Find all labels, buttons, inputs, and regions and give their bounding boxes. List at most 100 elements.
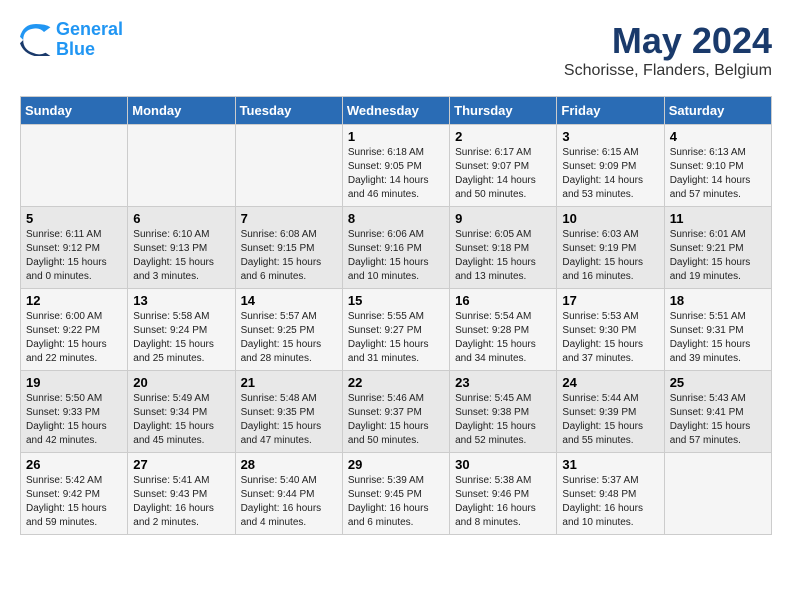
day-info: Sunrise: 6:17 AM Sunset: 9:07 PM Dayligh… — [455, 146, 551, 202]
day-info: Sunrise: 6:10 AM Sunset: 9:13 PM Dayligh… — [133, 228, 229, 284]
calendar-table: SundayMondayTuesdayWednesdayThursdayFrid… — [20, 96, 772, 535]
day-number: 22 — [348, 375, 444, 390]
calendar-cell: 11 Sunrise: 6:01 AM Sunset: 9:21 PM Dayli… — [664, 207, 771, 289]
day-info: Sunrise: 5:51 AM Sunset: 9:31 PM Dayligh… — [670, 310, 766, 366]
day-info: Sunrise: 6:08 AM Sunset: 9:15 PM Dayligh… — [241, 228, 337, 284]
day-number: 12 — [26, 293, 122, 308]
calendar-cell: 8 Sunrise: 6:06 AM Sunset: 9:16 PM Daylig… — [342, 207, 449, 289]
day-number: 27 — [133, 457, 229, 472]
day-number: 28 — [241, 457, 337, 472]
calendar-cell: 16 Sunrise: 5:54 AM Sunset: 9:28 PM Dayli… — [450, 289, 557, 371]
calendar-cell: 31 Sunrise: 5:37 AM Sunset: 9:48 PM Dayli… — [557, 453, 664, 535]
calendar-cell: 2 Sunrise: 6:17 AM Sunset: 9:07 PM Daylig… — [450, 125, 557, 207]
calendar-cell: 25 Sunrise: 5:43 AM Sunset: 9:41 PM Dayli… — [664, 371, 771, 453]
calendar-cell: 15Sunrise: 5:55 AM Sunset: 9:27 PM Dayli… — [342, 289, 449, 371]
calendar-cell: 26 Sunrise: 5:42 AM Sunset: 9:42 PM Dayli… — [21, 453, 128, 535]
logo: General Blue — [20, 20, 123, 60]
calendar-cell: 23 Sunrise: 5:45 AM Sunset: 9:38 PM Dayli… — [450, 371, 557, 453]
calendar-cell: 30 Sunrise: 5:38 AM Sunset: 9:46 PM Dayli… — [450, 453, 557, 535]
day-number: 17 — [562, 293, 658, 308]
calendar-week-5: 26 Sunrise: 5:42 AM Sunset: 9:42 PM Dayli… — [21, 453, 772, 535]
header-saturday: Saturday — [664, 97, 771, 125]
calendar-cell: 7 Sunrise: 6:08 AM Sunset: 9:15 PM Daylig… — [235, 207, 342, 289]
calendar-header-row: SundayMondayTuesdayWednesdayThursdayFrid… — [21, 97, 772, 125]
day-info: Sunrise: 5:58 AM Sunset: 9:24 PM Dayligh… — [133, 310, 229, 366]
calendar-body: 1Sunrise: 6:18 AM Sunset: 9:05 PM Daylig… — [21, 125, 772, 535]
day-info: Sunrise: 5:37 AM Sunset: 9:48 PM Dayligh… — [562, 474, 658, 530]
day-number: 9 — [455, 211, 551, 226]
day-info: Sunrise: 6:05 AM Sunset: 9:18 PM Dayligh… — [455, 228, 551, 284]
day-number: 16 — [455, 293, 551, 308]
calendar-cell: 4Sunrise: 6:13 AM Sunset: 9:10 PM Daylig… — [664, 125, 771, 207]
day-info: Sunrise: 5:39 AM Sunset: 9:45 PM Dayligh… — [348, 474, 444, 530]
day-number: 7 — [241, 211, 337, 226]
calendar-cell: 18Sunrise: 5:51 AM Sunset: 9:31 PM Dayli… — [664, 289, 771, 371]
calendar-cell: 9 Sunrise: 6:05 AM Sunset: 9:18 PM Daylig… — [450, 207, 557, 289]
day-info: Sunrise: 5:45 AM Sunset: 9:38 PM Dayligh… — [455, 392, 551, 448]
day-info: Sunrise: 5:40 AM Sunset: 9:44 PM Dayligh… — [241, 474, 337, 530]
day-number: 19 — [26, 375, 122, 390]
calendar-cell — [664, 453, 771, 535]
day-info: Sunrise: 5:48 AM Sunset: 9:35 PM Dayligh… — [241, 392, 337, 448]
calendar-cell: 6 Sunrise: 6:10 AM Sunset: 9:13 PM Daylig… — [128, 207, 235, 289]
calendar-cell: 28 Sunrise: 5:40 AM Sunset: 9:44 PM Dayli… — [235, 453, 342, 535]
day-info: Sunrise: 5:49 AM Sunset: 9:34 PM Dayligh… — [133, 392, 229, 448]
day-number: 10 — [562, 211, 658, 226]
day-number: 8 — [348, 211, 444, 226]
day-info: Sunrise: 6:03 AM Sunset: 9:19 PM Dayligh… — [562, 228, 658, 284]
logo-line2: Blue — [56, 39, 95, 59]
header-monday: Monday — [128, 97, 235, 125]
day-number: 6 — [133, 211, 229, 226]
header-thursday: Thursday — [450, 97, 557, 125]
day-info: Sunrise: 5:43 AM Sunset: 9:41 PM Dayligh… — [670, 392, 766, 448]
day-info: Sunrise: 5:50 AM Sunset: 9:33 PM Dayligh… — [26, 392, 122, 448]
day-number: 24 — [562, 375, 658, 390]
day-info: Sunrise: 5:57 AM Sunset: 9:25 PM Dayligh… — [241, 310, 337, 366]
month-title: May 2024 — [564, 20, 772, 62]
logo-text: General Blue — [56, 20, 123, 60]
day-info: Sunrise: 6:15 AM Sunset: 9:09 PM Dayligh… — [562, 146, 658, 202]
calendar-cell: 5Sunrise: 6:11 AM Sunset: 9:12 PM Daylig… — [21, 207, 128, 289]
day-number: 4 — [670, 129, 766, 144]
day-number: 29 — [348, 457, 444, 472]
day-number: 30 — [455, 457, 551, 472]
calendar-week-3: 12 Sunrise: 6:00 AM Sunset: 9:22 PM Dayli… — [21, 289, 772, 371]
calendar-cell — [128, 125, 235, 207]
day-info: Sunrise: 5:55 AM Sunset: 9:27 PM Dayligh… — [348, 310, 444, 366]
day-number: 21 — [241, 375, 337, 390]
day-number: 23 — [455, 375, 551, 390]
header-wednesday: Wednesday — [342, 97, 449, 125]
day-info: Sunrise: 5:54 AM Sunset: 9:28 PM Dayligh… — [455, 310, 551, 366]
calendar-cell: 22 Sunrise: 5:46 AM Sunset: 9:37 PM Dayli… — [342, 371, 449, 453]
calendar-cell: 1Sunrise: 6:18 AM Sunset: 9:05 PM Daylig… — [342, 125, 449, 207]
calendar-cell: 21 Sunrise: 5:48 AM Sunset: 9:35 PM Dayli… — [235, 371, 342, 453]
calendar-cell: 14 Sunrise: 5:57 AM Sunset: 9:25 PM Dayli… — [235, 289, 342, 371]
calendar-cell: 13 Sunrise: 5:58 AM Sunset: 9:24 PM Dayli… — [128, 289, 235, 371]
day-number: 3 — [562, 129, 658, 144]
day-info: Sunrise: 5:38 AM Sunset: 9:46 PM Dayligh… — [455, 474, 551, 530]
day-number: 2 — [455, 129, 551, 144]
day-info: Sunrise: 6:01 AM Sunset: 9:21 PM Dayligh… — [670, 228, 766, 284]
calendar-cell: 27Sunrise: 5:41 AM Sunset: 9:43 PM Dayli… — [128, 453, 235, 535]
calendar-week-4: 19 Sunrise: 5:50 AM Sunset: 9:33 PM Dayli… — [21, 371, 772, 453]
day-number: 1 — [348, 129, 444, 144]
calendar-cell: 29 Sunrise: 5:39 AM Sunset: 9:45 PM Dayli… — [342, 453, 449, 535]
day-number: 11 — [670, 211, 766, 226]
calendar-cell: 19 Sunrise: 5:50 AM Sunset: 9:33 PM Dayli… — [21, 371, 128, 453]
calendar-cell: 24Sunrise: 5:44 AM Sunset: 9:39 PM Dayli… — [557, 371, 664, 453]
day-number: 26 — [26, 457, 122, 472]
day-info: Sunrise: 6:00 AM Sunset: 9:22 PM Dayligh… — [26, 310, 122, 366]
day-info: Sunrise: 6:06 AM Sunset: 9:16 PM Dayligh… — [348, 228, 444, 284]
calendar-cell — [235, 125, 342, 207]
title-block: May 2024 Schorisse, Flanders, Belgium — [564, 20, 772, 80]
day-number: 14 — [241, 293, 337, 308]
day-number: 25 — [670, 375, 766, 390]
day-info: Sunrise: 5:46 AM Sunset: 9:37 PM Dayligh… — [348, 392, 444, 448]
location-subtitle: Schorisse, Flanders, Belgium — [564, 62, 772, 80]
day-number: 13 — [133, 293, 229, 308]
header-tuesday: Tuesday — [235, 97, 342, 125]
day-info: Sunrise: 5:42 AM Sunset: 9:42 PM Dayligh… — [26, 474, 122, 530]
day-number: 31 — [562, 457, 658, 472]
day-info: Sunrise: 5:53 AM Sunset: 9:30 PM Dayligh… — [562, 310, 658, 366]
logo-line1: General — [56, 19, 123, 39]
